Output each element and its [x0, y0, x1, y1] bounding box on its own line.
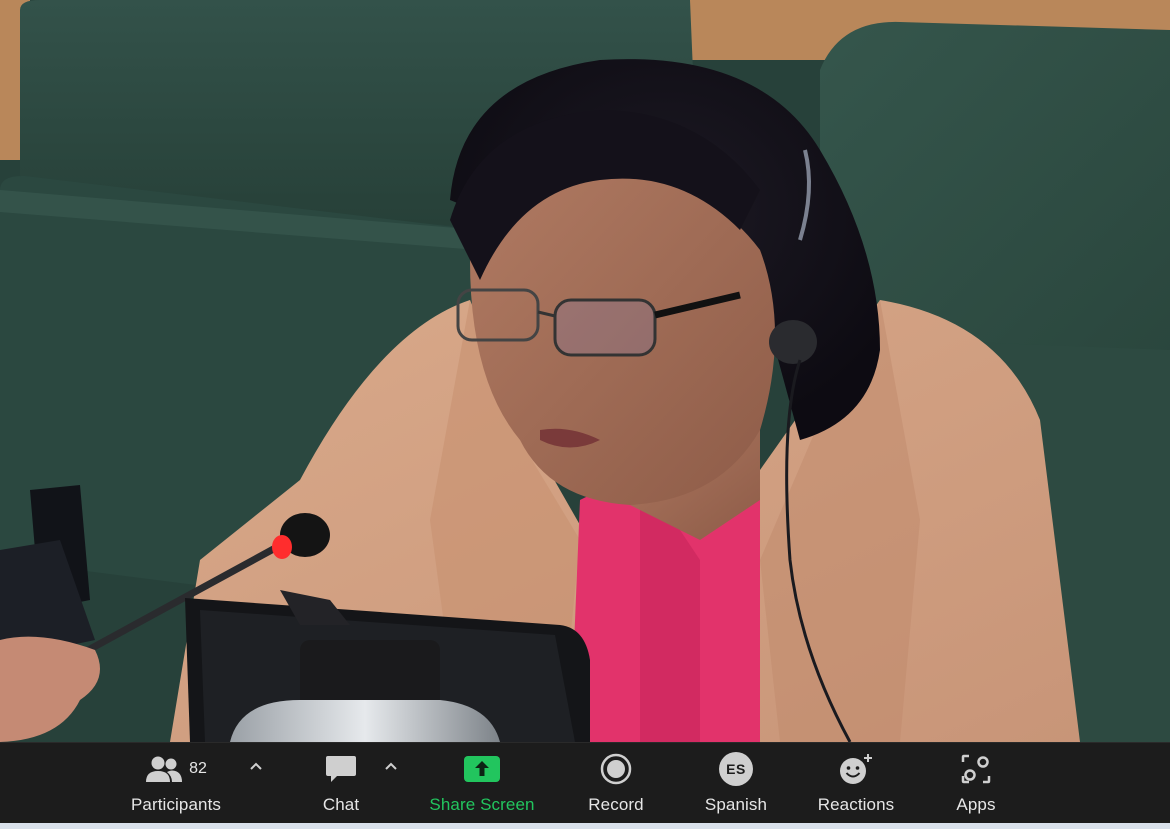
apps-label: Apps: [956, 795, 996, 814]
window-bottom-edge: [0, 823, 1170, 829]
record-icon-wrap: [600, 752, 632, 786]
participants-icon: [146, 756, 183, 782]
meeting-window: 82 Participants Chat Share Screen Record…: [0, 0, 1170, 829]
language-interpretation-icon: ES: [719, 752, 753, 786]
apps-button[interactable]: Apps: [944, 743, 1008, 824]
participants-options-caret[interactable]: [246, 755, 266, 777]
reactions-button[interactable]: Reactions: [808, 743, 904, 824]
reactions-icon-wrap: [838, 752, 874, 786]
chevron-up-icon: [385, 762, 397, 770]
participants-label: Participants: [130, 795, 222, 814]
chat-button[interactable]: Chat: [306, 743, 376, 824]
speaker-video-frame: [0, 0, 1170, 742]
language-badge: ES: [726, 761, 746, 777]
language-interpretation-button[interactable]: ES Spanish: [692, 743, 780, 824]
record-icon: [600, 753, 632, 785]
meeting-toolbar: 82 Participants Chat Share Screen Record…: [0, 742, 1170, 824]
record-button[interactable]: Record: [578, 743, 654, 824]
record-label: Record: [588, 795, 644, 814]
chat-label: Chat: [322, 795, 360, 814]
language-icon-wrap: ES: [719, 752, 753, 786]
apps-icon: [961, 754, 991, 784]
share-screen-icon-wrap: [463, 752, 501, 786]
chevron-up-icon: [250, 762, 262, 770]
chat-icon: [326, 756, 356, 782]
participants-icon-wrap: 82: [145, 752, 207, 786]
share-screen-icon: [464, 756, 500, 782]
chat-icon-wrap: [325, 752, 357, 786]
chat-options-caret[interactable]: [381, 755, 401, 777]
participant-count: 82: [189, 760, 207, 777]
apps-icon-wrap: [961, 752, 991, 786]
reactions-label: Reactions: [817, 795, 895, 814]
share-screen-button[interactable]: Share Screen: [422, 743, 542, 824]
reactions-icon: [840, 754, 872, 784]
video-feed: [0, 0, 1170, 742]
participants-button[interactable]: 82 Participants: [118, 743, 234, 824]
language-label: Spanish: [704, 795, 768, 814]
share-screen-label: Share Screen: [429, 795, 535, 814]
